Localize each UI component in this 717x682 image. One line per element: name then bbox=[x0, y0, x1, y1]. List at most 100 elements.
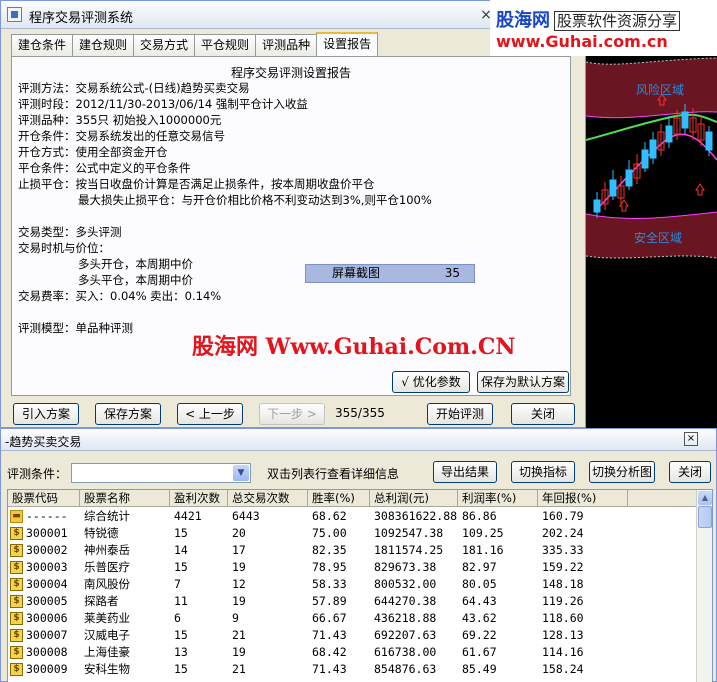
stock-icon: $ bbox=[10, 578, 23, 591]
report-title: 程序交易评测设置报告 bbox=[230, 66, 351, 80]
cell-code: 300009 bbox=[26, 662, 68, 676]
hint-text: 双击列表行查看详细信息 bbox=[267, 467, 400, 481]
stock-icon: $ bbox=[10, 612, 23, 625]
cell-name: 神州泰岳 bbox=[84, 543, 130, 557]
optimize-params-button[interactable]: √ 优化参数 bbox=[392, 371, 470, 393]
stock-icon: $ bbox=[10, 629, 23, 642]
arrow-up-icon bbox=[695, 183, 705, 196]
chevron-down-icon[interactable]: ▼ bbox=[233, 465, 249, 481]
report-line: 最大损失止损平仓：与开仓价相比价格不利变动达到3%,则平仓100% bbox=[78, 193, 432, 207]
report-line bbox=[18, 208, 558, 224]
cell-profit: 616738.00 bbox=[374, 645, 437, 659]
col-profit-header[interactable]: 总利润(元) bbox=[370, 490, 458, 507]
cell-profit: 854876.63 bbox=[374, 662, 437, 676]
cell-name: 上海佳豪 bbox=[84, 645, 130, 659]
cell-name: 汉威电子 bbox=[84, 628, 130, 642]
save-default-button[interactable]: 保存为默认方案 bbox=[477, 371, 569, 393]
col-rate-header[interactable]: 利润率(%) bbox=[458, 490, 538, 507]
cell-winrate: 78.95 bbox=[312, 560, 347, 574]
table-row[interactable]: $300004 南风股份 7 12 58.33 800532.00 80.05 148.18 bbox=[8, 576, 700, 593]
cell-wins: 7 bbox=[174, 577, 181, 591]
cell-wins: 13 bbox=[174, 645, 188, 659]
scroll-thumb[interactable] bbox=[698, 506, 712, 528]
save-scheme-button[interactable]: 保存方案 bbox=[95, 403, 161, 425]
cell-rate: 64.43 bbox=[462, 594, 497, 608]
col-trades-header[interactable]: 总交易次数 bbox=[228, 490, 308, 507]
table-row[interactable]: $300002 神州泰岳 14 17 82.35 1811574.25 181.16 335.… bbox=[8, 542, 700, 559]
col-code-header[interactable]: 股票代码 bbox=[8, 490, 80, 507]
table-row[interactable]: ▬ ------ 综合统计 4421 6443 68.62 308361622.88 86.8… bbox=[8, 508, 700, 525]
report-line: 平仓条件：公式中定义的平仓条件 bbox=[18, 161, 191, 175]
tab-build-rules[interactable]: 建仓规则 bbox=[72, 34, 135, 56]
screenshot-label: 屏幕截图 bbox=[332, 266, 381, 280]
cell-trades: 12 bbox=[232, 577, 246, 591]
col-winrate-header[interactable]: 胜率(%) bbox=[308, 490, 370, 507]
tab-close-rules[interactable]: 平仓规则 bbox=[194, 34, 257, 56]
cell-wins: 15 bbox=[174, 662, 188, 676]
criteria-select[interactable]: ▼ bbox=[71, 463, 251, 483]
cell-rate: 82.97 bbox=[462, 560, 497, 574]
screenshot-value: 35 bbox=[444, 266, 460, 280]
cell-wins: 4421 bbox=[174, 509, 202, 523]
close-button[interactable]: 关闭 bbox=[511, 403, 575, 425]
cell-code: 300006 bbox=[26, 611, 68, 625]
cell-profit: 800532.00 bbox=[374, 577, 437, 591]
candle-body bbox=[665, 125, 673, 143]
table-row[interactable]: $300007 汉威电子 15 21 71.43 692207.63 69.22 128.13 bbox=[8, 627, 700, 644]
cell-code: 300003 bbox=[26, 560, 68, 574]
next-step-button[interactable]: 下一步 > bbox=[259, 403, 325, 425]
tab-build-conditions[interactable]: 建仓条件 bbox=[11, 34, 74, 56]
cell-code: 300001 bbox=[26, 526, 68, 540]
table-row[interactable]: $300008 上海佳豪 13 19 68.42 616738.00 61.67 114.16 bbox=[8, 644, 700, 661]
results-close-icon[interactable]: × bbox=[684, 432, 698, 446]
cell-trades: 9 bbox=[232, 611, 239, 625]
corner-watermark: 股海网 股票软件资源分享 www.Guhai.com.cn bbox=[490, 0, 717, 56]
cell-code: 300005 bbox=[26, 594, 68, 608]
cell-rate: 86.86 bbox=[462, 509, 497, 523]
cell-annual: 114.16 bbox=[542, 645, 584, 659]
col-annual-header[interactable]: 年回报(%) bbox=[538, 490, 628, 507]
criteria-label: 评测条件： bbox=[7, 467, 68, 481]
table-row[interactable]: $300001 特锐德 15 20 75.00 1092547.38 109.25 202.2… bbox=[8, 525, 700, 542]
results-title: -趋势买卖交易 bbox=[5, 435, 82, 449]
col-wins-header[interactable]: 盈利次数 bbox=[170, 490, 228, 507]
tab-settings-report[interactable]: 设置报告 bbox=[316, 32, 379, 56]
cell-annual: 335.33 bbox=[542, 543, 584, 557]
cell-trades: 19 bbox=[232, 560, 246, 574]
cell-winrate: 68.42 bbox=[312, 645, 347, 659]
cell-profit: 1811574.25 bbox=[374, 543, 444, 557]
tab-instruments[interactable]: 评测品种 bbox=[255, 34, 318, 56]
export-results-button[interactable]: 导出结果 bbox=[433, 461, 497, 483]
switch-chart-button[interactable]: 切换分析图 bbox=[589, 461, 655, 483]
import-scheme-button[interactable]: 引入方案 bbox=[13, 403, 79, 425]
screenshot-banner: 屏幕截图 35 bbox=[305, 264, 475, 283]
results-close-button[interactable]: 关闭 bbox=[669, 461, 711, 483]
report-line bbox=[18, 304, 558, 320]
switch-metric-button[interactable]: 切换指标 bbox=[511, 461, 575, 483]
danger-zone-label: 风险区域 bbox=[636, 82, 684, 97]
start-evaluation-button[interactable]: 开始评测 bbox=[427, 403, 493, 425]
candle-body bbox=[705, 131, 713, 151]
col-name-header[interactable]: 股票名称 bbox=[80, 490, 170, 507]
evaluation-window: 程序交易评测系统 × 建仓条件 建仓规则 交易方式 平仓规则 评测品种 设置报告… bbox=[0, 0, 586, 428]
window-title: 程序交易评测系统 bbox=[29, 11, 134, 26]
prev-step-button[interactable]: < 上一步 bbox=[177, 403, 243, 425]
table-row[interactable]: $300009 安科生物 15 21 71.43 854876.63 85.49 158.24 bbox=[8, 661, 700, 678]
results-titlebar: -趋势买卖交易 × bbox=[1, 429, 716, 451]
scroll-up-icon[interactable]: ▲ bbox=[698, 491, 712, 505]
cell-rate: 109.25 bbox=[462, 526, 504, 540]
folder-icon: ▬ bbox=[10, 510, 23, 523]
cell-name: 莱美药业 bbox=[84, 611, 130, 625]
report-line: 多头平仓，本周期中价 bbox=[78, 273, 193, 287]
tab-trade-mode[interactable]: 交易方式 bbox=[133, 34, 196, 56]
step-counter: 355/355 bbox=[335, 406, 385, 420]
table-row[interactable]: $300005 探路者 11 19 57.89 644270.38 64.43 119.26 bbox=[8, 593, 700, 610]
vertical-scrollbar[interactable]: ▲ bbox=[696, 490, 712, 682]
cell-annual: 202.24 bbox=[542, 526, 584, 540]
table-row[interactable]: $300006 莱美药业 6 9 66.67 436218.88 43.62 118.60 bbox=[8, 610, 700, 627]
cell-trades: 19 bbox=[232, 594, 246, 608]
table-row[interactable]: $300003 乐普医疗 15 19 78.95 829673.38 82.97 159.22 bbox=[8, 559, 700, 576]
cell-profit: 308361622.88 bbox=[374, 509, 458, 523]
cell-annual: 160.79 bbox=[542, 509, 584, 523]
corner-watermark-url: www.Guhai.com.cn bbox=[496, 32, 668, 51]
